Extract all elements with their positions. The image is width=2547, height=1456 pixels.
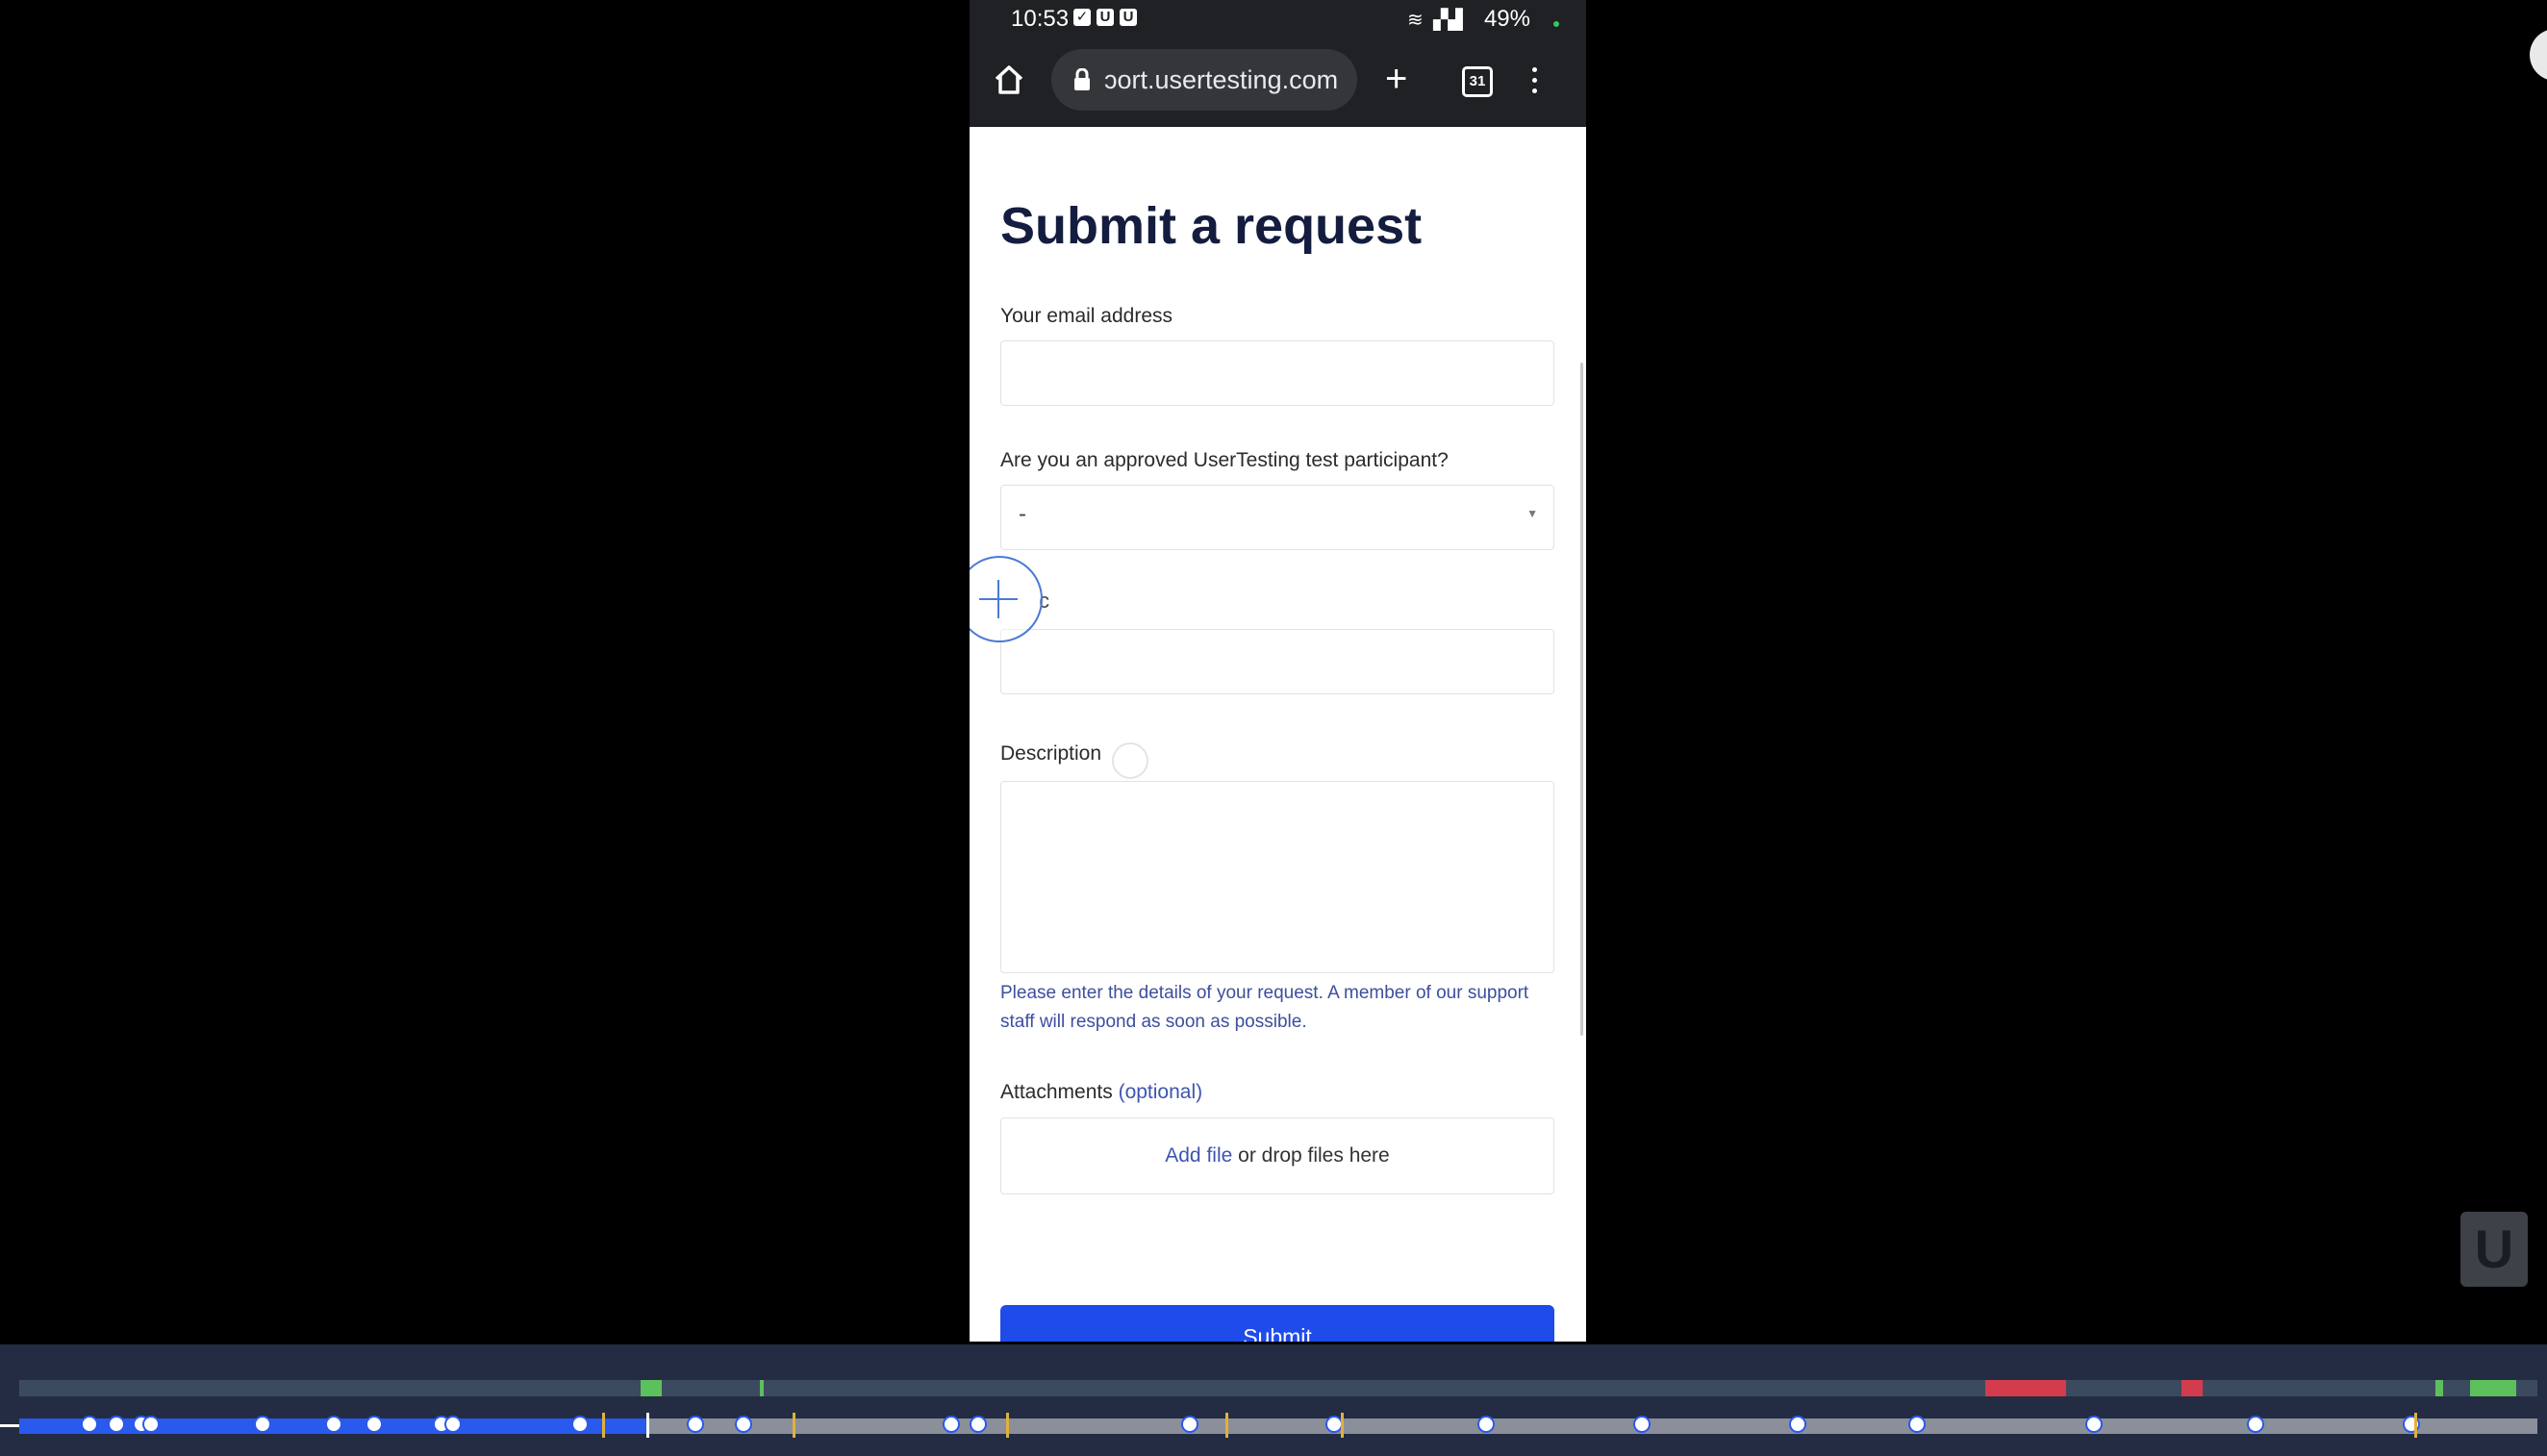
email-field[interactable] [1000, 340, 1554, 406]
url-text: ɔort.usertesting.com [1104, 65, 1339, 94]
video-timeline[interactable] [0, 1344, 2547, 1456]
timeline-marker[interactable] [943, 1416, 960, 1433]
timeline-marker[interactable] [1477, 1416, 1495, 1433]
email-label: Your email address [1000, 305, 1173, 327]
playhead[interactable] [646, 1413, 649, 1438]
browser-toolbar: ɔort.usertesting.com + 31 [970, 40, 1586, 127]
timeline-marker[interactable] [108, 1416, 125, 1433]
timeline-marker[interactable] [1633, 1416, 1651, 1433]
attachments-label-text: Attachments [1000, 1081, 1113, 1103]
check-notification-icon: ✓ [1073, 9, 1091, 26]
timeline-marker[interactable] [444, 1416, 462, 1433]
more-menu-icon[interactable] [1532, 67, 1537, 99]
attachments-dropzone[interactable]: Add file or drop files here [1000, 1117, 1554, 1194]
new-tab-icon[interactable]: + [1385, 60, 1407, 98]
event-segment[interactable] [2435, 1380, 2443, 1396]
timeline-marker[interactable] [254, 1416, 271, 1433]
timeline-marker[interactable] [366, 1416, 383, 1433]
playback-track[interactable] [19, 1413, 2537, 1438]
usertesting-notification-icon: U [1097, 9, 1114, 26]
submit-button[interactable]: Submit [1000, 1305, 1554, 1342]
page-content: Submit a request Your email address Are … [970, 127, 1586, 1342]
touch-indicator-icon [1112, 742, 1148, 779]
timeline-marker[interactable] [142, 1416, 160, 1433]
timeline-marker[interactable] [735, 1416, 752, 1433]
timeline-marker[interactable] [2085, 1416, 2103, 1433]
caret-down-icon: ▼ [1526, 507, 1538, 520]
home-icon[interactable] [993, 63, 1025, 96]
event-track[interactable] [19, 1380, 2537, 1396]
playhead-indicator [0, 1424, 19, 1427]
attachments-label: Attachments (optional) [1000, 1081, 1202, 1104]
timeline-marker[interactable] [687, 1416, 704, 1433]
timeline-marker[interactable] [571, 1416, 589, 1433]
participant-select-value: - [1019, 501, 1026, 527]
timeline-tick[interactable] [793, 1413, 795, 1438]
timeline-marker[interactable] [1181, 1416, 1198, 1433]
drop-files-text: or drop files here [1238, 1144, 1390, 1167]
wifi-icon: ≋ [1407, 10, 1424, 31]
scrollbar[interactable] [1580, 363, 1583, 1036]
timeline-marker[interactable] [970, 1416, 987, 1433]
battery-dot [1553, 21, 1559, 27]
page-title: Submit a request [1000, 197, 1423, 255]
description-hint: Please enter the details of your request… [1000, 983, 1529, 1032]
address-bar[interactable]: ɔort.usertesting.com [1051, 49, 1357, 111]
status-bar: 10:53 ✓ U U ≋ ▞▟ 49% [970, 0, 1586, 40]
signal-icon: ▞▟ [1433, 10, 1463, 31]
timeline-tick[interactable] [1341, 1413, 1344, 1438]
timeline-marker[interactable] [1789, 1416, 1806, 1433]
event-segment[interactable] [2470, 1380, 2516, 1396]
description-label: Description [1000, 742, 1102, 765]
timeline-marker[interactable] [2403, 1416, 2420, 1433]
battery-percent: 49% [1483, 6, 1530, 32]
timeline-marker[interactable] [1908, 1416, 1926, 1433]
description-field[interactable] [1000, 781, 1554, 973]
tabs-icon[interactable]: 31 [1462, 66, 1493, 97]
participant-label: Are you an approved UserTesting test par… [1000, 449, 1449, 471]
participant-select[interactable]: - ▼ [1000, 485, 1554, 550]
add-file-link[interactable]: Add file [1165, 1144, 1232, 1167]
corner-control[interactable] [2530, 29, 2547, 81]
event-segment[interactable] [641, 1380, 662, 1396]
timeline-tick[interactable] [602, 1413, 605, 1438]
subject-field[interactable] [1000, 629, 1554, 694]
timeline-marker[interactable] [325, 1416, 342, 1433]
timeline-marker[interactable] [81, 1416, 98, 1433]
event-segment[interactable] [2181, 1380, 2203, 1396]
event-segment[interactable] [1985, 1380, 2066, 1396]
timeline-tick[interactable] [1006, 1413, 1009, 1438]
lock-icon [1074, 68, 1090, 90]
status-time: 10:53 [1011, 6, 1070, 32]
phone-screen: 10:53 ✓ U U ≋ ▞▟ 49% ɔort.usertesting.co… [970, 0, 1586, 1342]
usertesting-logo: U [2460, 1212, 2528, 1287]
usertesting-notification-icon: U [1120, 9, 1137, 26]
timeline-marker[interactable] [2247, 1416, 2264, 1433]
event-segment[interactable] [760, 1380, 764, 1396]
timeline-tick[interactable] [1225, 1413, 1228, 1438]
attachments-optional: (optional) [1118, 1081, 1203, 1103]
timeline-tick[interactable] [2414, 1413, 2417, 1438]
